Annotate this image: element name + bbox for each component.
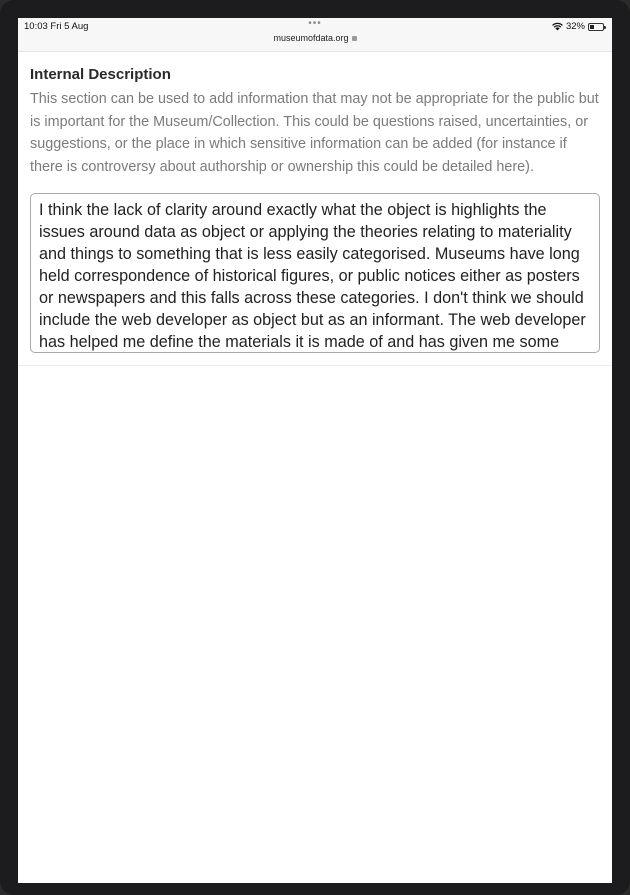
wifi-icon [552,22,563,31]
help-text: This section can be used to add informat… [30,91,599,175]
address-bar[interactable]: museumofdata.org [18,33,612,43]
browser-screen: 10:03 Fri 5 Aug ••• museumofdata.org 32%… [18,18,612,883]
battery-icon [588,22,606,31]
form-section: Internal Description This section can be… [18,52,612,366]
system-indicators: 32% [552,21,606,32]
url-text: museumofdata.org [273,33,349,43]
lock-icon [351,36,357,41]
battery-percent: 32% [565,21,585,32]
tablet-frame: 10:03 Fri 5 Aug ••• museumofdata.org 32%… [0,0,630,895]
section-heading: Internal Description [30,66,171,83]
internal-description-textarea[interactable]: I think the lack of clarity around exact… [30,193,600,353]
section-divider [18,365,612,366]
status-bar: 10:03 Fri 5 Aug ••• museumofdata.org 32% [18,18,612,52]
multitasking-dots-icon[interactable]: ••• [18,18,612,29]
